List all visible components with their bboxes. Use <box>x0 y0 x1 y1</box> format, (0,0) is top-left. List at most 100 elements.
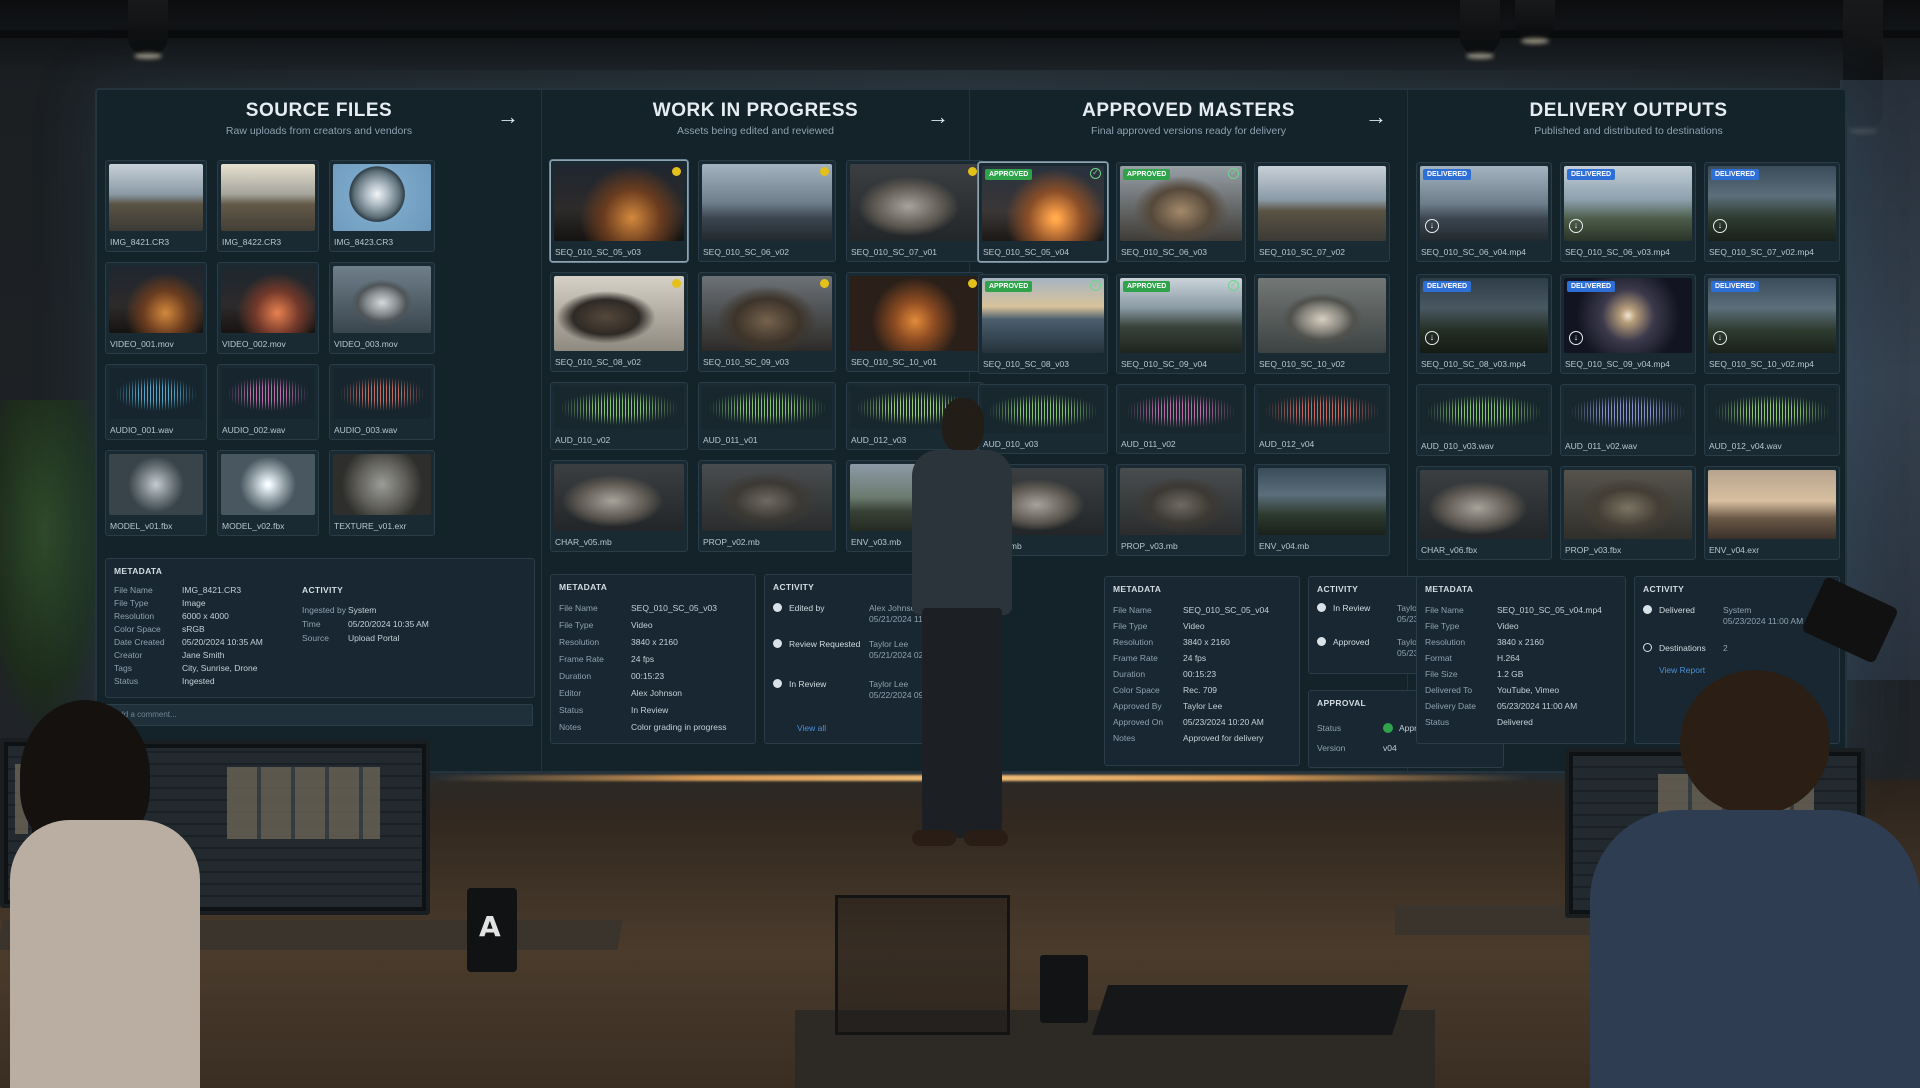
meta-key: File Type <box>559 620 594 630</box>
asset-tile[interactable]: TEXTURE_v01.exr <box>329 450 435 536</box>
download-icon[interactable]: ↓ <box>1425 331 1439 345</box>
asset-tile[interactable]: IMG_8422.CR3 <box>217 160 319 252</box>
download-icon[interactable]: ↓ <box>1713 219 1727 233</box>
asset-tile[interactable]: AUD_011_v02.wav <box>1560 384 1696 456</box>
download-icon[interactable]: ↓ <box>1425 219 1439 233</box>
thumbnail <box>702 276 832 351</box>
thumbnail <box>1564 388 1692 435</box>
asset-name: PROP_v02.mb <box>703 537 760 547</box>
check-circle-icon <box>1317 603 1326 612</box>
meta-value: 00:15:23 <box>1183 669 1217 679</box>
thumbnail <box>109 368 203 419</box>
asset-name: SEQ_010_SC_05_v04 <box>983 247 1070 257</box>
asset-tile[interactable]: SEQ_010_SC_07_v02 <box>1254 162 1390 262</box>
asset-tile[interactable]: DELIVERED ↓ SEQ_010_SC_09_v04.mp4 <box>1560 274 1696 374</box>
asset-tile[interactable]: DELIVERED ↓ SEQ_010_SC_06_v04.mp4 <box>1416 162 1552 262</box>
asset-tile[interactable]: SEQ_010_SC_10_v01 <box>846 272 984 372</box>
asset-tile[interactable]: VIDEO_001.mov <box>105 262 207 354</box>
asset-tile[interactable]: SEQ_010_SC_08_v02 <box>550 272 688 372</box>
in-progress-dot <box>820 167 829 176</box>
thumbnail <box>702 464 832 531</box>
asset-tile[interactable]: DELIVERED ↓ SEQ_010_SC_06_v03.mp4 <box>1560 162 1696 262</box>
asset-tile[interactable]: AUD_011_v02 <box>1116 384 1246 454</box>
download-icon[interactable]: ↓ <box>1569 219 1583 233</box>
asset-name: AUD_012_v04 <box>1259 439 1315 449</box>
person-body <box>1590 810 1920 1088</box>
activity-value: 05/20/2024 10:35 AM <box>348 619 429 629</box>
column-approved-masters: APPROVED MASTERS Final approved versions… <box>970 90 1504 771</box>
arrow-right-icon: → <box>927 104 949 129</box>
asset-tile[interactable]: MODEL_v02.fbx <box>217 450 319 536</box>
asset-tile[interactable]: AUD_012_v04.wav <box>1704 384 1840 456</box>
meta-key: Frame Rate <box>559 654 604 664</box>
asset-tile[interactable]: AUD_010_v02 <box>550 382 688 450</box>
approved-check-icon <box>1383 723 1393 733</box>
download-icon[interactable]: ↓ <box>1713 331 1727 345</box>
asset-tile[interactable]: SEQ_010_SC_10_v02 <box>1254 274 1390 374</box>
pendant-lamp <box>1460 0 1500 55</box>
meta-key: File Name <box>559 603 598 613</box>
thumbnail <box>221 368 315 419</box>
asset-tile[interactable]: ENV_v04.mb <box>1254 464 1390 556</box>
activity-key: Time <box>302 619 321 629</box>
asset-tile[interactable]: AUD_010_v03.wav <box>1416 384 1552 456</box>
asset-name: SEQ_010_SC_10_v02 <box>1259 359 1346 369</box>
asset-name: IMG_8421.CR3 <box>110 237 170 247</box>
asset-name: AUDIO_002.wav <box>222 425 286 435</box>
mug: A <box>467 888 517 972</box>
asset-tile[interactable]: SEQ_010_SC_09_v03 <box>698 272 836 372</box>
meta-value: 05/23/2024 10:20 AM <box>1183 717 1264 727</box>
asset-tile[interactable]: AUDIO_003.wav <box>329 364 435 440</box>
asset-tile[interactable]: ENV_v04.exr <box>1704 466 1840 560</box>
waveform <box>1714 394 1830 429</box>
thumbnail <box>333 454 431 515</box>
asset-tile-selected[interactable]: APPROVED ✓ SEQ_010_SC_05_v04 <box>978 162 1108 262</box>
thumbnail <box>109 164 203 231</box>
check-circle-icon <box>773 639 782 648</box>
meta-key: Notes <box>559 722 582 732</box>
asset-tile[interactable]: CHAR_v05.mb <box>550 460 688 552</box>
meta-value: 05/20/2024 10:35 AM <box>182 637 263 647</box>
asset-name: IMG_8422.CR3 <box>222 237 282 247</box>
asset-tile[interactable]: AUD_012_v04 <box>1254 384 1390 454</box>
thumbnail <box>333 266 431 333</box>
asset-tile[interactable]: AUDIO_001.wav <box>105 364 207 440</box>
asset-tile[interactable]: SEQ_010_SC_07_v01 <box>846 160 984 262</box>
asset-tile[interactable]: VIDEO_003.mov <box>329 262 435 354</box>
view-all-link[interactable]: View all <box>797 723 826 733</box>
activity-user: System <box>1723 605 1752 615</box>
asset-tile[interactable]: DELIVERED ↓ SEQ_010_SC_08_v03.mp4 <box>1416 274 1552 374</box>
asset-tile[interactable]: VIDEO_002.mov <box>217 262 319 354</box>
asset-tile[interactable]: AUD_011_v01 <box>698 382 836 450</box>
asset-tile[interactable]: APPROVED ✓ SEQ_010_SC_06_v03 <box>1116 162 1246 262</box>
asset-tile[interactable]: PROP_v03.mb <box>1116 464 1246 556</box>
asset-tile[interactable]: IMG_8423.CR3 <box>329 160 435 252</box>
column-subtitle: Published and distributed to destination… <box>1534 125 1723 137</box>
asset-tile[interactable]: APPROVED ✓ SEQ_010_SC_09_v04 <box>1116 274 1246 374</box>
asset-tile[interactable]: DELIVERED ↓ SEQ_010_SC_07_v02.mp4 <box>1704 162 1840 262</box>
thumbnail <box>1564 470 1692 539</box>
asset-tile[interactable]: PROP_v02.mb <box>698 460 836 552</box>
asset-name: AUD_011_v02 <box>1121 439 1176 449</box>
asset-tile[interactable]: CHAR_v06.fbx <box>1416 466 1552 560</box>
asset-tile[interactable]: SEQ_010_SC_06_v02 <box>698 160 836 262</box>
arrow-right-icon: → <box>1365 104 1387 129</box>
asset-tile[interactable]: IMG_8421.CR3 <box>105 160 207 252</box>
asset-name: AUD_010_v03.wav <box>1421 441 1494 451</box>
waveform <box>227 376 309 411</box>
check-icon: ✓ <box>1090 168 1101 179</box>
asset-tile[interactable]: AUDIO_002.wav <box>217 364 319 440</box>
asset-tile-selected[interactable]: SEQ_010_SC_05_v03 <box>550 160 688 262</box>
waveform <box>339 376 425 411</box>
asset-tile[interactable]: PROP_v03.fbx <box>1560 466 1696 560</box>
thumbnail <box>1258 388 1386 433</box>
column-delivery-outputs: DELIVERY OUTPUTS Published and distribut… <box>1408 90 1845 771</box>
asset-tile[interactable]: MODEL_v01.fbx <box>105 450 207 536</box>
delivered-badge: DELIVERED <box>1423 169 1472 180</box>
waveform <box>1570 394 1686 429</box>
asset-tile[interactable]: DELIVERED ↓ SEQ_010_SC_10_v02.mp4 <box>1704 274 1840 374</box>
asset-tile[interactable]: APPROVED ✓ SEQ_010_SC_08_v03 <box>978 274 1108 374</box>
download-icon[interactable]: ↓ <box>1569 331 1583 345</box>
meta-key: Duration <box>559 671 592 681</box>
metadata-panel: METADATA File Name SEQ_010_SC_05_v04 File… <box>1104 576 1300 766</box>
